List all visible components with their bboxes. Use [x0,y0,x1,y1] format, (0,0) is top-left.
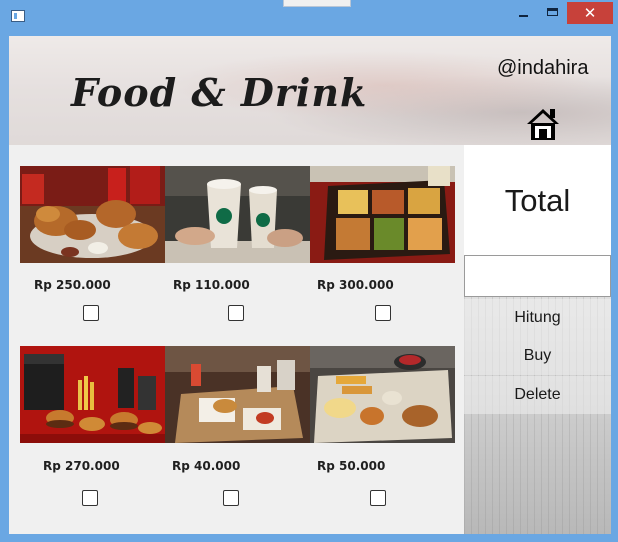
home-button[interactable] [526,107,560,141]
select-checkbox-starbucks[interactable] [228,305,244,321]
maximize-button[interactable] [539,2,567,24]
app-window: ✕ Food & Drink @indahira Rp 250.000 Rp 1… [0,0,618,542]
hitung-button[interactable]: Hitung [464,299,611,337]
background-window-edge [283,0,351,7]
select-checkbox-japanese-meal[interactable] [370,490,386,506]
app-icon [11,10,25,22]
product-price: Rp 40.000 [172,459,241,473]
product-image-japanese-meal [310,346,455,443]
main-panel: Food & Drink @indahira Rp 250.000 Rp 110… [9,36,611,534]
total-display: Total [464,145,611,255]
total-field[interactable] [464,255,611,297]
product-price: Rp 300.000 [317,278,394,292]
select-checkbox-chicken-meal[interactable] [223,490,239,506]
product-image-bento [310,166,455,263]
order-panel: Total Hitung Buy Delete [464,145,611,534]
select-checkbox-bento[interactable] [375,305,391,321]
app-title: Food & Drink [71,70,368,115]
product-image-starbucks [165,166,310,263]
product-price: Rp 110.000 [173,278,250,292]
product-image-chicken-meal [165,346,310,443]
product-price: Rp 270.000 [43,459,120,473]
user-handle: @indahira [497,57,589,79]
minimize-button[interactable] [509,2,537,24]
select-checkbox-fried-chicken[interactable] [83,305,99,321]
close-button[interactable]: ✕ [567,2,613,24]
select-checkbox-mcdonalds[interactable] [82,490,98,506]
title-bar[interactable]: ✕ [0,0,618,36]
product-price: Rp 250.000 [34,278,111,292]
total-label: Total [504,183,571,218]
product-image-fried-chicken [20,166,165,263]
product-price: Rp 50.000 [317,459,386,473]
header-banner: Food & Drink @indahira [9,36,611,145]
product-image-mcdonalds [20,346,165,443]
home-icon [527,109,559,140]
delete-button[interactable]: Delete [464,376,611,414]
buy-button[interactable]: Buy [464,337,611,375]
